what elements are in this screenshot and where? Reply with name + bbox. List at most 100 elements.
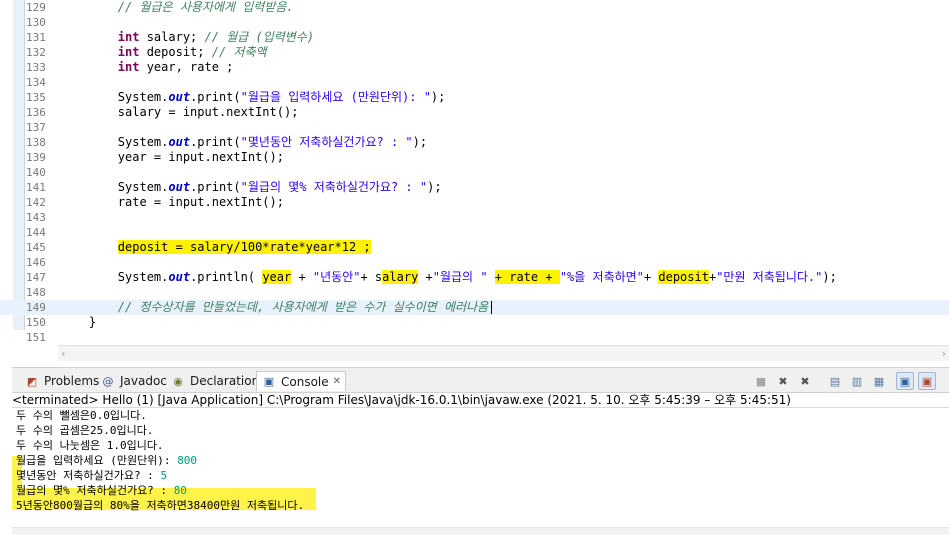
code-token: // 월급은 사용자에게 입력받음. bbox=[117, 0, 294, 14]
code-line[interactable]: 129 // 월급은 사용자에게 입력받음. bbox=[0, 0, 949, 15]
code-text: System.out.print("몇년동안 저축하실건가요? : "); bbox=[60, 135, 427, 150]
tab-console[interactable]: ▣ Console ✕ bbox=[256, 371, 347, 391]
display-selected-console-icon[interactable]: ▣ bbox=[918, 372, 936, 390]
code-token: System. bbox=[60, 180, 169, 194]
code-line[interactable]: 130 bbox=[0, 15, 949, 30]
code-line[interactable]: 146 bbox=[0, 255, 949, 270]
code-token: "월급의 " bbox=[432, 270, 488, 284]
tab-label: Javadoc bbox=[120, 374, 167, 388]
code-line[interactable]: 133 int year, rate ; bbox=[0, 60, 949, 75]
tab-javadoc[interactable]: @ Javadoc bbox=[96, 371, 171, 391]
code-token: "만원 저축됩니다." bbox=[716, 270, 823, 284]
tab-label: Declaration bbox=[190, 374, 260, 388]
code-token: "%을 저축하면" bbox=[559, 270, 644, 284]
console-text: 월급의 몇% 저축하실건가요? : bbox=[16, 484, 174, 497]
console-output[interactable]: 두 수의 뺄셈은0.0입니다. 두 수의 곱셈은25.0입니다. 두 수의 나눗셈은… bbox=[12, 408, 949, 528]
code-token: .print( bbox=[190, 135, 241, 149]
code-line[interactable]: 142 rate = input.nextInt(); bbox=[0, 195, 949, 210]
code-text: int salary; // 월급 (입력변수) bbox=[60, 30, 314, 45]
pin-console-icon[interactable]: ▣ bbox=[896, 372, 914, 390]
code-text: year = input.nextInt(); bbox=[60, 150, 284, 165]
scroll-left-icon[interactable]: ‹ bbox=[61, 347, 65, 360]
line-number: 137 bbox=[26, 121, 46, 134]
code-editor[interactable]: 129 // 월급은 사용자에게 입력받음. 130 131 int salary;… bbox=[0, 0, 949, 345]
code-token: // 정수상자를 만들었는데, 사용자에게 받은 수가 실수이면 에러나옴 bbox=[117, 300, 489, 314]
code-line[interactable]: 151 bbox=[0, 330, 949, 345]
highlighted-token: year bbox=[262, 270, 292, 284]
console-line: 두 수의 곱셈은25.0입니다. bbox=[16, 423, 153, 438]
tab-label: Console bbox=[281, 374, 329, 389]
word-wrap-icon[interactable]: ▦ bbox=[870, 372, 888, 390]
line-number: 149 bbox=[26, 301, 46, 314]
line-number: 141 bbox=[26, 181, 46, 194]
code-token: year = input.nextInt(); bbox=[60, 150, 284, 164]
line-number: 150 bbox=[26, 316, 46, 329]
code-token: + s bbox=[360, 270, 383, 284]
code-line[interactable]: 141 System.out.print("월급의 몇% 저축하실건가요? : … bbox=[0, 180, 949, 195]
highlighted-token: deposit = salary/100*rate*year*12 ; bbox=[117, 240, 371, 254]
console-user-input: 5 bbox=[160, 469, 168, 482]
code-line[interactable]: 143 bbox=[0, 210, 949, 225]
clear-console-icon[interactable]: ▤ bbox=[826, 372, 844, 390]
code-line[interactable]: 135 System.out.print("월급을 입력하세요 (만원단위): … bbox=[0, 90, 949, 105]
problems-icon: ◩ bbox=[26, 374, 38, 388]
code-line[interactable]: 137 bbox=[0, 120, 949, 135]
line-number: 146 bbox=[26, 256, 46, 269]
code-line[interactable]: 139 year = input.nextInt(); bbox=[0, 150, 949, 165]
remove-all-terminated-icon[interactable]: ✖ bbox=[796, 372, 814, 390]
console-user-input: 800 bbox=[177, 454, 198, 467]
line-number: 129 bbox=[26, 1, 46, 14]
code-text: System.out.print("월급을 입력하세요 (만원단위): "); bbox=[60, 90, 446, 105]
console-text: 5년동안800월급의 80%을 저축하면38400만원 저축됩니다. bbox=[16, 499, 305, 512]
code-line[interactable]: 134 bbox=[0, 75, 949, 90]
remove-launch-icon[interactable]: ✖ bbox=[774, 372, 792, 390]
code-line[interactable]: 147 System.out.println( year + "년동안"+ sa… bbox=[0, 270, 949, 285]
code-token: ); bbox=[412, 135, 428, 149]
code-token: "월급의 몇% 저축하실건가요? : " bbox=[240, 180, 428, 194]
terminate-icon[interactable]: ■ bbox=[752, 372, 770, 390]
code-text: System.out.print("월급의 몇% 저축하실건가요? : "); bbox=[60, 180, 442, 195]
console-text: 두 수의 곱셈은25.0입니다. bbox=[16, 424, 154, 437]
code-line[interactable]: 150 } bbox=[0, 315, 949, 330]
line-number: 142 bbox=[26, 196, 46, 209]
code-token: } bbox=[60, 315, 97, 329]
code-line[interactable]: 148 bbox=[0, 285, 949, 300]
tab-problems[interactable]: ◩ Problems bbox=[20, 371, 103, 391]
code-line[interactable]: 138 System.out.print("몇년동안 저축하실건가요? : ")… bbox=[0, 135, 949, 150]
close-icon[interactable]: ✕ bbox=[333, 376, 341, 387]
scroll-right-icon[interactable]: › bbox=[942, 347, 946, 360]
code-line[interactable]: 132 int deposit; // 저축액 bbox=[0, 45, 949, 60]
code-token: out bbox=[168, 270, 191, 284]
console-line: 두 수의 뺄셈은0.0입니다. bbox=[16, 408, 147, 423]
code-line[interactable]: 144 bbox=[0, 225, 949, 240]
scroll-lock-icon[interactable]: ▥ bbox=[848, 372, 866, 390]
console-launch-description: <terminated> Hello (1) [Java Application… bbox=[12, 393, 949, 408]
declaration-icon: ◉ bbox=[173, 374, 183, 388]
text-caret bbox=[491, 301, 493, 314]
tab-label: Problems bbox=[44, 374, 100, 388]
code-token: System. bbox=[60, 270, 169, 284]
console-line: 월급의 몇% 저축하실건가요? : 80 bbox=[16, 483, 187, 498]
console-line: 5년동안800월급의 80%을 저축하면38400만원 저축됩니다. bbox=[16, 498, 304, 513]
views-tab-bar: ◩ Problems @ Javadoc ◉ Declaration ▣ Console ✕ … bbox=[12, 367, 949, 393]
editor-horizontal-scrollbar[interactable]: ‹ › bbox=[58, 345, 949, 361]
code-token: salary; bbox=[139, 30, 205, 44]
code-line[interactable]: 145 deposit = salary/100*rate*year*12 ; bbox=[0, 240, 949, 255]
console-horizontal-scrollbar[interactable] bbox=[12, 527, 949, 535]
code-line[interactable]: 136 salary = input.nextInt(); bbox=[0, 105, 949, 120]
code-token: + bbox=[643, 270, 659, 284]
code-text: } bbox=[60, 315, 96, 330]
tab-declaration[interactable]: ◉ Declaration bbox=[166, 371, 263, 391]
code-line[interactable]: 149 // 정수상자를 만들었는데, 사용자에게 받은 수가 실수이면 에러나… bbox=[0, 300, 949, 315]
javadoc-icon: @ bbox=[102, 374, 114, 388]
code-token: .println( bbox=[190, 270, 263, 284]
code-token: ); bbox=[430, 90, 446, 104]
code-line[interactable]: 140 bbox=[0, 165, 949, 180]
code-text: int deposit; // 저축액 bbox=[60, 45, 267, 60]
console-text: 두 수의 나눗셈은 1.0입니다. bbox=[16, 439, 164, 452]
code-line[interactable]: 131 int salary; // 월급 (입력변수) bbox=[0, 30, 949, 45]
